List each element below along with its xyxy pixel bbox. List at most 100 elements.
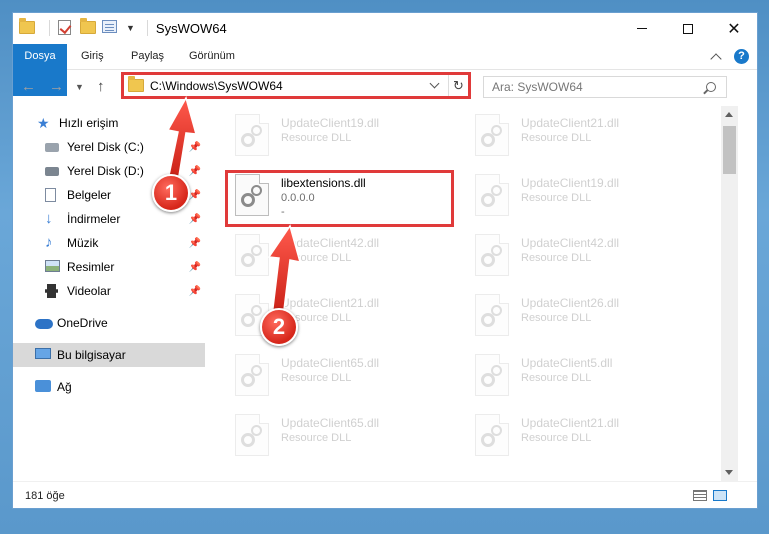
sidebar-item-music[interactable]: ♪ Müzik 📌 [13,231,205,255]
list-item[interactable]: UpdateClient65.dll Resource DLL [235,410,459,462]
tab-share[interactable]: Paylaş [131,44,164,69]
list-item[interactable]: UpdateClient26.dll Resource DLL [475,290,699,342]
large-icons-view-icon[interactable] [713,490,727,501]
back-arrow-icon[interactable]: ← [21,78,36,95]
file-name: UpdateClient21.dll [521,416,620,430]
sidebar-item-local-disk-c[interactable]: Yerel Disk (C:) 📌 [13,135,205,159]
divider [146,20,148,36]
pin-icon[interactable]: 📌 [189,286,201,297]
quick-access-toolbar: ▼ SysWOW64 [19,18,227,36]
file-name: UpdateClient65.dll [281,356,380,370]
video-icon [45,284,61,298]
sidebar-item-quick-access[interactable]: ★ Hızlı erişim [13,111,205,135]
sidebar-item-videos[interactable]: Videolar 📌 [13,279,205,303]
music-icon: ♪ [45,234,53,251]
expand-ribbon-icon[interactable] [710,53,722,65]
step-1-badge: 1 [152,174,190,212]
star-icon: ★ [37,115,50,131]
cloud-icon [35,316,53,330]
dll-file-icon [235,114,269,156]
pin-icon[interactable]: 📌 [189,166,201,177]
folder-icon[interactable] [19,18,37,36]
customize-toolbar-dropdown-icon[interactable]: ▼ [126,23,135,33]
scrollbar-thumb[interactable] [723,126,736,174]
file-description: Resource DLL [521,132,592,144]
navigation-pane: ★ Hızlı erişim Yerel Disk (C:) 📌 Yerel D… [13,106,205,481]
file-name: UpdateClient42.dll [521,236,620,250]
file-description: Resource DLL [521,312,592,324]
address-path[interactable]: C:\Windows\SysWOW64 [150,79,431,93]
list-item[interactable]: UpdateClient19.dll Resource DLL [475,170,699,222]
file-description: Resource DLL [281,432,352,444]
help-icon[interactable]: ? [734,49,749,64]
tab-view[interactable]: Görünüm [189,44,235,69]
sidebar-item-label: OneDrive [57,316,108,330]
folder-icon [128,76,144,92]
item-count: 181 öğe [25,490,65,502]
pin-icon[interactable]: 📌 [189,214,201,225]
network-icon [35,380,51,394]
details-view-icon[interactable] [693,490,707,501]
ribbon-right-controls: ? [710,49,749,65]
dll-file-icon [475,114,509,156]
minimize-button[interactable] [619,13,665,44]
address-bar[interactable]: C:\Windows\SysWOW64 ↻ [121,72,471,99]
file-list: UpdateClient19.dll Resource DLL libexten… [205,106,721,481]
search-input[interactable]: Ara: SysWOW64 [483,76,727,98]
scroll-down-icon[interactable] [725,470,733,475]
highlight-box [225,170,454,227]
close-icon: ✕ [727,20,741,38]
list-item[interactable]: UpdateClient42.dll Resource DLL [235,230,459,282]
properties-icon[interactable] [102,20,120,36]
properties-check-icon[interactable] [58,20,76,36]
list-item[interactable]: UpdateClient42.dll Resource DLL [475,230,699,282]
file-name: UpdateClient42.dll [281,236,380,250]
sidebar-item-pictures[interactable]: Resimler 📌 [13,255,205,279]
navigation-bar: ← → ▼ ↑ C:\Windows\SysWOW64 ↻ Ara: SysWO… [13,71,757,103]
refresh-icon[interactable]: ↻ [448,75,468,96]
pin-icon[interactable]: 📌 [189,190,201,201]
file-name: UpdateClient19.dll [521,176,620,190]
sidebar-item-onedrive[interactable]: OneDrive [13,311,205,335]
dll-file-icon [235,414,269,456]
vertical-scrollbar[interactable] [721,106,738,481]
pin-icon[interactable]: 📌 [189,238,201,249]
documents-icon [45,188,61,202]
forward-arrow-icon[interactable]: → [49,78,64,95]
file-name: UpdateClient21.dll [281,296,380,310]
download-icon: ↓ [45,210,53,227]
close-button[interactable]: ✕ [711,13,757,44]
dll-file-icon [235,234,269,276]
sidebar-item-label: İndirmeler [67,212,121,226]
file-name: UpdateClient26.dll [521,296,620,310]
scroll-up-icon[interactable] [725,112,733,117]
dll-file-icon [475,414,509,456]
sidebar-item-label: Bu bilgisayar [57,348,126,362]
pin-icon[interactable]: 📌 [189,142,201,153]
pin-icon[interactable]: 📌 [189,262,201,273]
drive-icon [45,164,61,178]
list-item[interactable]: UpdateClient21.dll Resource DLL [475,110,699,162]
new-folder-icon[interactable] [80,18,98,36]
status-bar: 181 öğe [13,481,757,508]
sidebar-item-label: Resimler [67,260,115,274]
search-icon[interactable] [706,82,716,92]
title-bar: ▼ SysWOW64 ✕ [13,13,757,44]
file-description: Resource DLL [281,132,352,144]
sidebar-item-this-pc[interactable]: Bu bilgisayar [13,343,205,367]
dll-file-icon [475,174,509,216]
file-name: UpdateClient21.dll [521,116,620,130]
chevron-down-icon[interactable] [429,78,440,89]
list-item[interactable]: UpdateClient5.dll Resource DLL [475,350,699,402]
tab-home[interactable]: Giriş [81,44,104,69]
up-arrow-icon[interactable]: ↑ [97,78,105,95]
list-item[interactable]: UpdateClient19.dll Resource DLL [235,110,459,162]
sidebar-item-network[interactable]: Ağ [13,375,205,399]
maximize-button[interactable] [665,13,711,44]
window-controls: ✕ [619,13,757,44]
recent-locations-icon[interactable]: ▼ [75,82,84,92]
sidebar-item-label: Belgeler [67,188,112,202]
list-item[interactable]: UpdateClient21.dll Resource DLL [475,410,699,462]
file-name: UpdateClient19.dll [281,116,380,130]
list-item[interactable]: UpdateClient65.dll Resource DLL [235,350,459,402]
